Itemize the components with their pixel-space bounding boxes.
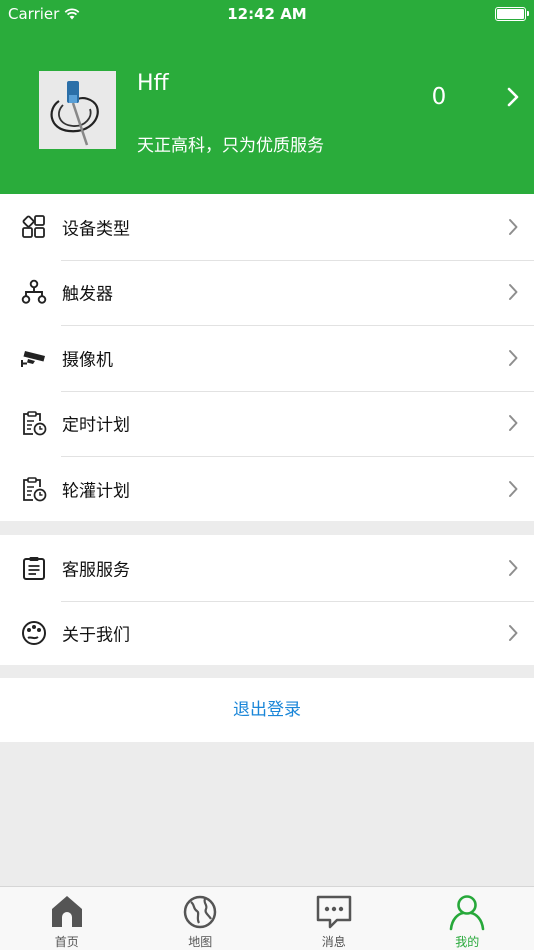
clipboard-clock-icon	[23, 411, 47, 436]
menu-label: 客服服务	[62, 560, 130, 581]
chevron-right-icon	[509, 625, 518, 642]
chevron-right-icon	[509, 284, 518, 301]
menu-group-support: 客服服务 关于我们	[0, 535, 534, 665]
clock: 12:42 AM	[227, 5, 307, 23]
camera-icon	[21, 350, 45, 367]
menu-group-devices: 设备类型 触发器 摄像机 定时计划 轮灌计划	[0, 194, 534, 521]
profile-count: 0	[431, 84, 447, 110]
tab-label: 地图	[188, 935, 213, 949]
profile-header[interactable]: Carrier 12:42 AM Hff 天正高科，只为优质服务 0	[0, 0, 534, 194]
chevron-right-icon	[509, 480, 518, 497]
hierarchy-icon	[21, 280, 47, 305]
tab-messages[interactable]: 消息	[267, 887, 401, 950]
tab-bar: 首页 地图 消息 我的	[0, 886, 534, 950]
tab-map[interactable]: 地图	[134, 887, 268, 950]
menu-item-device-types[interactable]: 设备类型	[0, 194, 534, 260]
grid-apps-icon	[22, 214, 45, 238]
chevron-right-icon	[509, 415, 518, 432]
menu-item-cameras[interactable]: 摄像机	[0, 325, 534, 391]
menu-item-irrigation-plan[interactable]: 轮灌计划	[0, 456, 534, 522]
person-icon	[449, 895, 485, 931]
chevron-right-icon[interactable]	[505, 86, 521, 108]
tab-home[interactable]: 首页	[0, 887, 134, 950]
chevron-right-icon	[509, 349, 518, 366]
menu-label: 轮灌计划	[62, 481, 130, 502]
menu-label: 触发器	[62, 284, 113, 305]
chevron-right-icon	[509, 218, 518, 235]
menu-item-triggers[interactable]: 触发器	[0, 259, 534, 326]
username: Hff	[137, 71, 169, 96]
logout-button[interactable]: 退出登录	[0, 678, 534, 742]
chevron-right-icon	[509, 559, 518, 576]
tab-mine[interactable]: 我的	[401, 887, 534, 950]
status-bar: Carrier 12:42 AM	[0, 0, 534, 28]
menu-label: 摄像机	[62, 350, 113, 371]
menu-label: 设备类型	[62, 219, 130, 240]
menu-label: 关于我们	[62, 625, 130, 646]
menu-item-about-us[interactable]: 关于我们	[0, 600, 534, 667]
battery-icon	[495, 7, 529, 21]
profile-slogan: 天正高科，只为优质服务	[137, 136, 324, 156]
globe-icon	[184, 895, 217, 929]
menu-item-customer-service[interactable]: 客服服务	[0, 535, 534, 601]
tab-label: 我的	[455, 935, 480, 949]
message-icon	[316, 895, 351, 929]
palette-icon	[22, 621, 46, 646]
home-icon	[51, 896, 82, 927]
tab-label: 消息	[321, 935, 346, 949]
avatar[interactable]	[39, 71, 116, 149]
clipboard-list-icon	[23, 556, 45, 580]
tab-label: 首页	[54, 935, 79, 949]
clipboard-clock-icon	[23, 476, 47, 502]
menu-label: 定时计划	[62, 415, 130, 436]
menu-item-timed-plan[interactable]: 定时计划	[0, 390, 534, 457]
